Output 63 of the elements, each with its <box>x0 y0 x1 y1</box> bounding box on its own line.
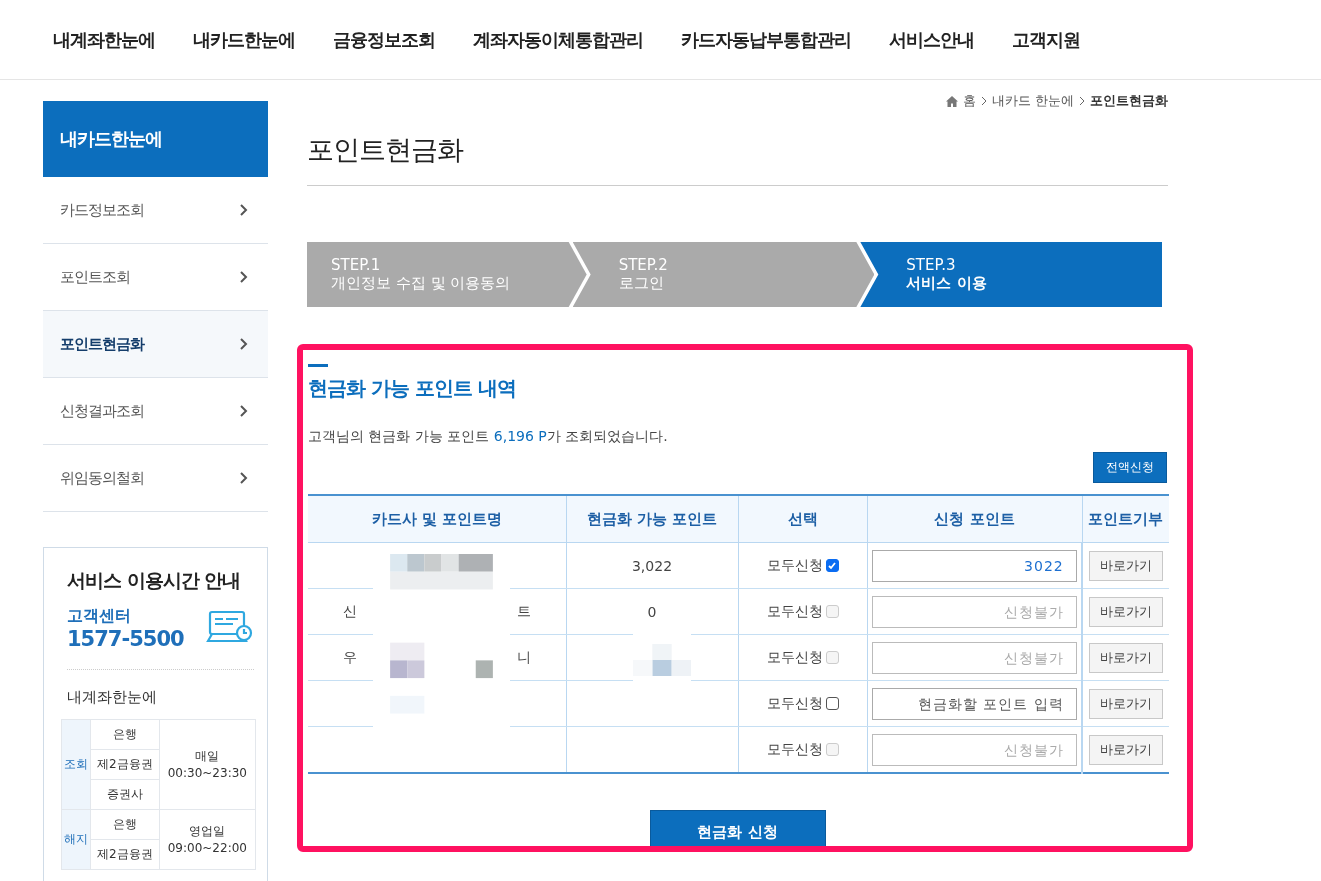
checkbox-label: 모두신청 <box>766 602 823 621</box>
checkbox-label: 모두신청 <box>766 694 823 713</box>
step-indicator: STEP.1 개인정보 수집 및 이용동의 <box>307 242 587 307</box>
home-icon <box>945 95 958 107</box>
checkbox[interactable] <box>825 559 839 572</box>
checkbox[interactable] <box>825 697 839 710</box>
checkbox-label: 모두신청 <box>766 648 823 667</box>
breadcrumb-link[interactable]: 홈 <box>962 92 976 110</box>
separator-icon <box>980 96 987 106</box>
table-cell: 조회 <box>61 719 91 810</box>
sidebar-item[interactable]: 위임동의철회 <box>43 445 268 512</box>
panel-title: 서비스 이용시간 안내 <box>67 568 242 593</box>
apply-all-button[interactable]: 전액신청 <box>1093 452 1167 483</box>
breadcrumb-link[interactable]: 포인트현금화 <box>1090 92 1168 110</box>
column-header: 현금화 가능 포인트 <box>566 495 738 543</box>
table-cell: 니 <box>516 648 531 665</box>
checkbox-label: 모두신청 <box>766 556 823 575</box>
center-label: 고객센터 <box>67 606 132 627</box>
table-cell: 3,022 <box>631 557 673 574</box>
sidebar-title: 내카드한눈에 <box>43 101 268 177</box>
table-cell: 트 <box>516 602 531 619</box>
chevron-icon <box>240 338 248 350</box>
nav-link[interactable]: 서비스안내 <box>889 27 974 52</box>
table-cell: 우 <box>342 648 357 665</box>
input-field[interactable]: 3022 <box>871 549 1077 582</box>
step-indicator: STEP.2 로그인 <box>572 242 875 307</box>
table-cell: 신 <box>342 602 357 619</box>
chevron-icon <box>240 271 248 283</box>
table-cell: 0 <box>647 603 657 620</box>
column-header: 포인트기부 <box>1082 495 1169 543</box>
column-header: 선택 <box>738 495 867 543</box>
separator-icon <box>1079 96 1085 106</box>
chevron-icon <box>240 405 248 417</box>
phone-number: 1577-5500 <box>67 627 184 651</box>
table-cell: 은행 <box>90 809 160 840</box>
column-header: 신청 포인트 <box>867 495 1082 543</box>
section-title: 현금화 가능 포인트 내역 <box>308 375 517 402</box>
table-cell: 은행 <box>90 719 160 750</box>
nav-link[interactable]: 내카드한눈에 <box>193 27 295 52</box>
sidebar-item[interactable]: 카드정보조회 <box>43 177 268 244</box>
input-field[interactable]: 현금화할 포인트 입력 <box>871 687 1077 720</box>
nav-link[interactable]: 계좌자동이체통합관리 <box>473 27 643 52</box>
nav-link[interactable]: 금융정보조회 <box>333 27 435 52</box>
sidebar-item[interactable]: 포인트현금화 <box>43 311 268 378</box>
nav-link[interactable]: 카드자동납부통합관리 <box>681 27 851 52</box>
chevron-icon <box>240 204 248 216</box>
step-indicator: STEP.3 서비스 이용 <box>860 242 1162 307</box>
column-header: 카드사 및 포인트명 <box>308 495 566 543</box>
chevron-icon <box>240 472 248 484</box>
breadcrumb-link[interactable]: 내카드 한눈에 <box>991 92 1074 110</box>
table-cell: 해지 <box>61 809 91 870</box>
submit-button[interactable]: 현금화 신청 <box>649 810 826 846</box>
shortcut-button[interactable]: 바로가기 <box>1089 688 1163 719</box>
table-cell: 영업일 09:00~22:00 <box>159 809 256 870</box>
summary-text: 고객님의 현금화 가능 포인트 6,196 P가 조회되었습니다. <box>308 428 669 446</box>
checkbox-label: 모두신청 <box>766 740 823 759</box>
shortcut-button[interactable]: 바로가기 <box>1089 550 1163 581</box>
table-cell: 매일 00:30~23:30 <box>159 719 256 810</box>
page-title: 포인트현금화 <box>307 132 1168 186</box>
sidebar-item[interactable]: 신청결과조회 <box>43 378 268 445</box>
section-label: 내계좌한눈에 <box>67 688 158 707</box>
nav-link[interactable]: 고객지원 <box>1012 27 1080 52</box>
nav-link[interactable]: 내계좌한눈에 <box>53 27 155 52</box>
